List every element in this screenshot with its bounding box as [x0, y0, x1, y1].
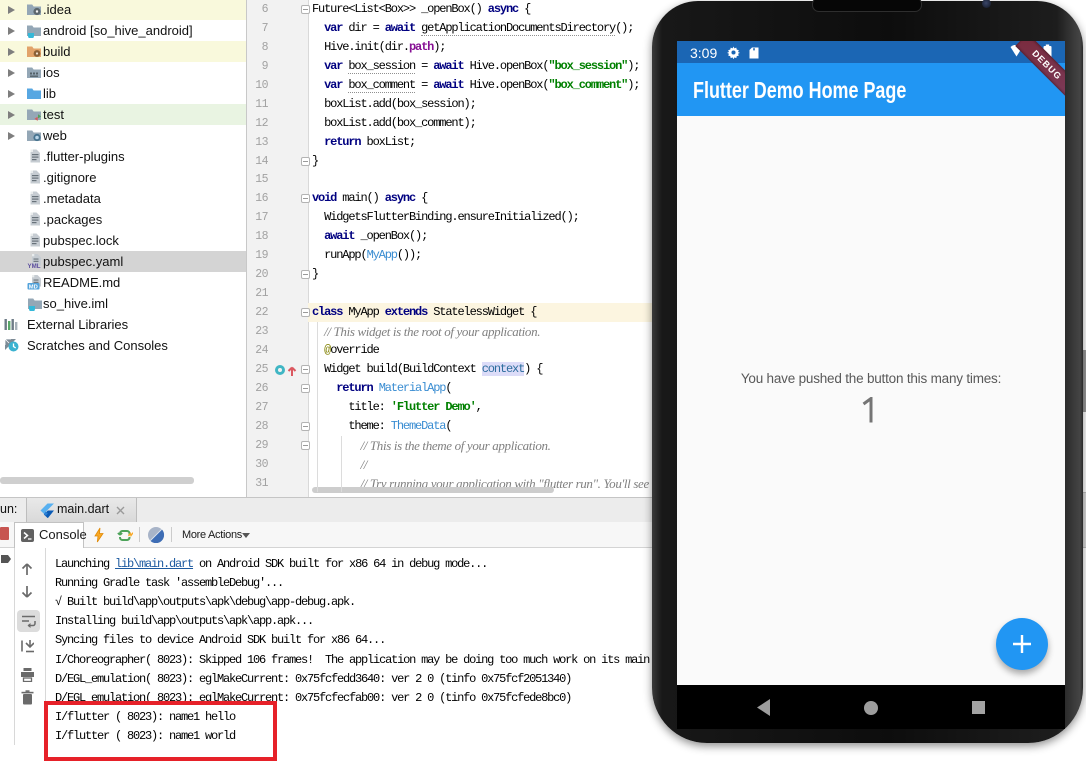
svg-text:YML: YML [28, 263, 41, 269]
svg-text:MD: MD [29, 284, 38, 290]
